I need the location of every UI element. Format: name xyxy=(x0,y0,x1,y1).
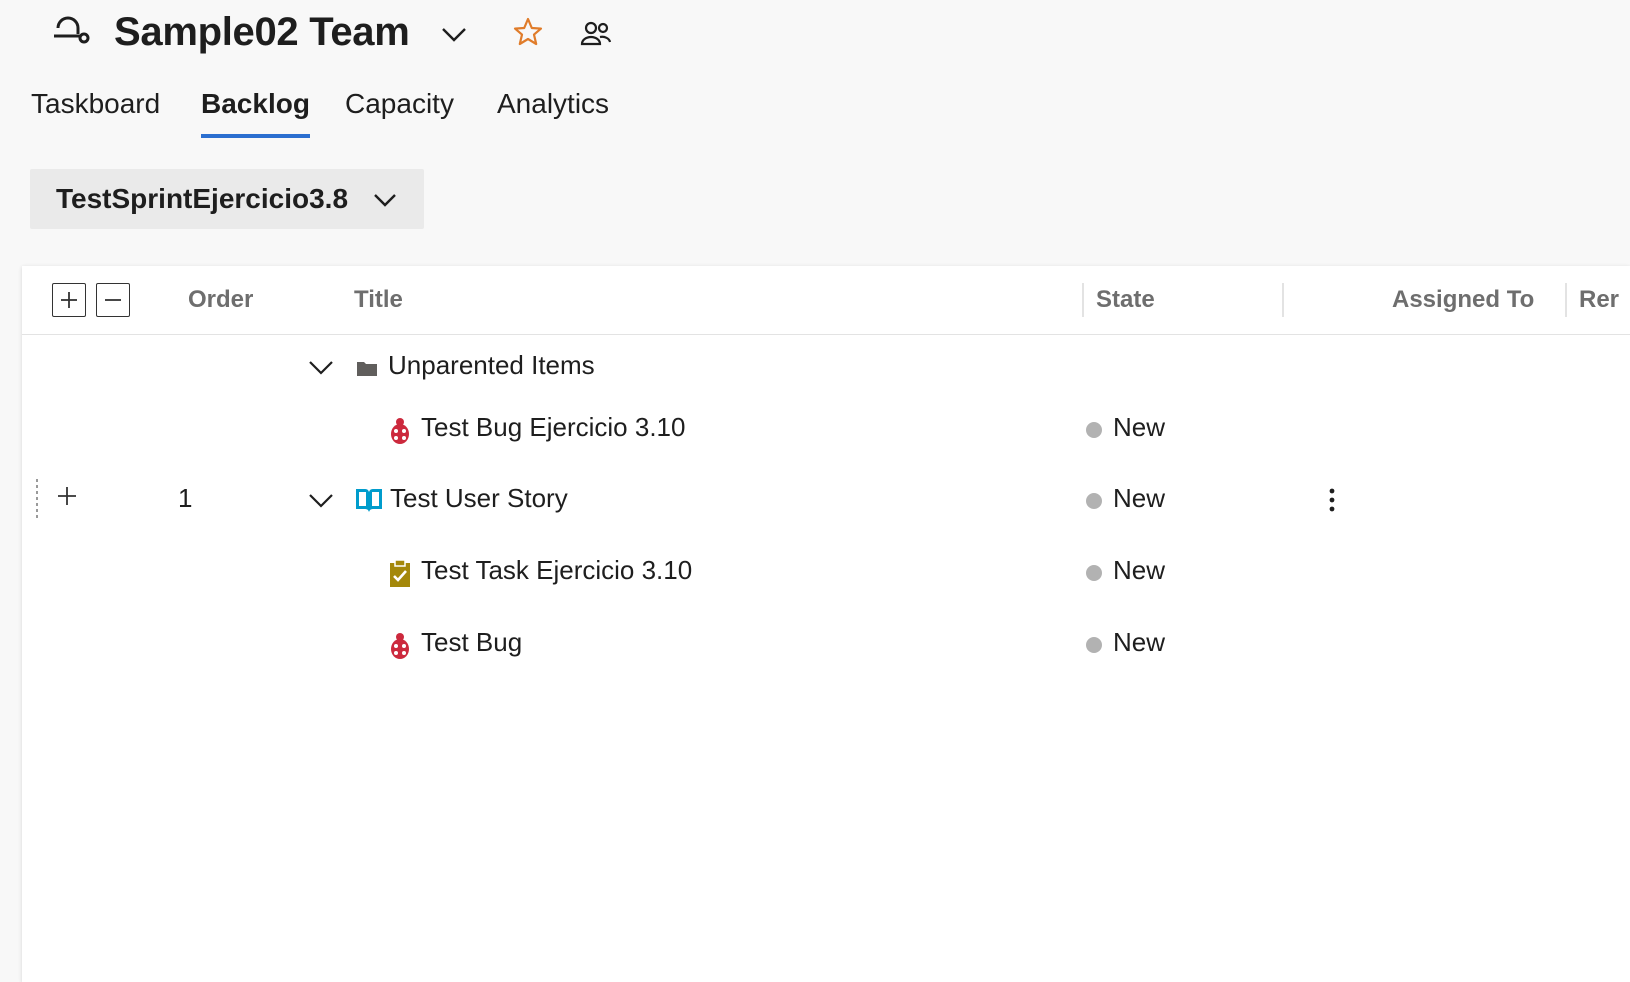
tab-bar: Taskboard Backlog Capacity Analytics xyxy=(0,88,800,148)
minus-icon xyxy=(105,299,121,301)
row-state[interactable]: New xyxy=(1113,412,1165,443)
add-child-icon[interactable] xyxy=(56,485,78,507)
chevron-down-icon xyxy=(374,194,396,207)
table-row[interactable]: 1 Test User Story New xyxy=(22,467,1630,539)
state-indicator xyxy=(1086,565,1102,581)
favorite-star-icon[interactable] xyxy=(512,16,544,48)
expand-all-button[interactable] xyxy=(52,283,86,317)
row-state[interactable]: New xyxy=(1113,627,1165,658)
tab-analytics[interactable]: Analytics xyxy=(497,88,609,134)
table-row[interactable]: Test Bug New xyxy=(22,611,1630,683)
team-header: Sample02 Team xyxy=(0,0,1630,75)
column-header-state[interactable]: State xyxy=(1096,286,1155,314)
row-state[interactable]: New xyxy=(1113,483,1165,514)
team-members-icon[interactable] xyxy=(580,18,612,50)
column-header-remaining[interactable]: Rer xyxy=(1579,286,1619,314)
row-title[interactable]: Test Task Ejercicio 3.10 xyxy=(421,555,692,586)
plus-icon xyxy=(61,292,77,308)
sprint-label: TestSprintEjercicio3.8 xyxy=(56,183,349,214)
table-row[interactable]: Test Task Ejercicio 3.10 New xyxy=(22,539,1630,611)
column-header-title[interactable]: Title xyxy=(354,286,403,314)
sprint-picker[interactable]: TestSprintEjercicio3.8 xyxy=(30,169,424,229)
column-header-order[interactable]: Order xyxy=(188,286,253,314)
column-divider[interactable] xyxy=(1565,283,1567,317)
folder-icon xyxy=(357,362,377,376)
row-title[interactable]: Test User Story xyxy=(390,483,568,514)
chevron-down-icon[interactable] xyxy=(440,20,468,48)
more-actions-icon[interactable] xyxy=(1328,487,1336,513)
row-title[interactable]: Test Bug xyxy=(421,627,522,658)
chevron-down-icon[interactable] xyxy=(308,487,334,513)
table-row[interactable]: Test Bug Ejercicio 3.10 New xyxy=(22,396,1630,468)
team-title[interactable]: Sample02 Team xyxy=(114,10,410,55)
user-story-icon xyxy=(356,488,382,512)
grid-header: Order Title State Assigned To Rer xyxy=(22,266,1630,335)
tab-backlog[interactable]: Backlog xyxy=(201,88,310,138)
collapse-all-button[interactable] xyxy=(96,283,130,317)
team-icon xyxy=(54,16,90,44)
chevron-down-icon[interactable] xyxy=(308,354,334,380)
column-divider[interactable] xyxy=(1082,283,1084,317)
backlog-grid: Order Title State Assigned To Rer Unpare… xyxy=(22,266,1630,982)
state-indicator xyxy=(1086,637,1102,653)
task-icon xyxy=(390,559,410,587)
tab-capacity[interactable]: Capacity xyxy=(345,88,454,134)
state-indicator xyxy=(1086,422,1102,438)
bug-icon xyxy=(391,418,409,444)
row-order: 1 xyxy=(178,483,193,513)
drag-handle[interactable] xyxy=(36,479,40,519)
row-title[interactable]: Test Bug Ejercicio 3.10 xyxy=(421,412,685,443)
tab-taskboard[interactable]: Taskboard xyxy=(31,88,160,134)
column-header-assigned-to[interactable]: Assigned To xyxy=(1392,286,1534,314)
column-divider[interactable] xyxy=(1282,283,1284,317)
state-indicator xyxy=(1086,493,1102,509)
row-state[interactable]: New xyxy=(1113,555,1165,586)
bug-icon xyxy=(391,633,409,659)
row-title[interactable]: Unparented Items xyxy=(388,350,595,381)
